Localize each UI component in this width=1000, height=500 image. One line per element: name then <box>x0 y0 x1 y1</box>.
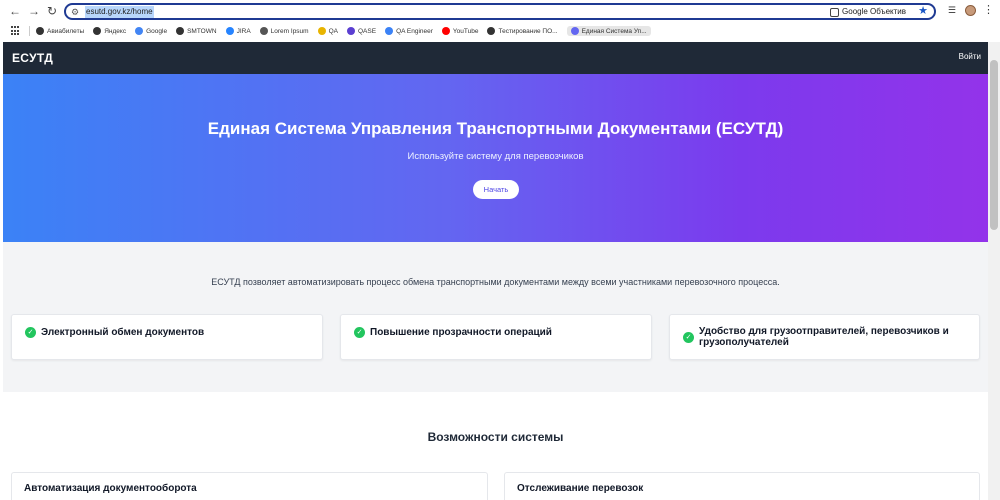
hero-section: Единая Система Управления Транспортными … <box>3 74 988 242</box>
bookmark-favicon-icon <box>487 27 496 35</box>
url-text[interactable]: esutd.gov.kz/home <box>85 6 154 18</box>
bookmark-label: SMTOWN <box>187 27 217 35</box>
bookmark-item[interactable]: Авиабилеты <box>36 27 84 35</box>
bookmark-label: Lorem Ipsum <box>270 27 309 35</box>
profile-avatar[interactable] <box>965 5 976 16</box>
bookmark-label: Единая Система Уп... <box>581 27 647 35</box>
bookmarks-bar: Авиабилеты Яндекс Google SMTOWN JIRA Lorem Ip… <box>0 22 1000 40</box>
check-circle-icon: ✓ <box>683 332 694 343</box>
check-circle-icon: ✓ <box>354 327 365 338</box>
benefit-card-text: Повышение прозрачности операций <box>370 327 552 338</box>
bookmark-item[interactable]: SMTOWN <box>176 27 217 35</box>
feature-card: Автоматизация документооборота <box>11 472 488 500</box>
bookmark-favicon-icon <box>93 27 102 35</box>
benefits-description: ЕСУТД позволяет автоматизировать процесс… <box>211 277 780 287</box>
bookmark-label: Авиабилеты <box>47 27 85 35</box>
scrollbar-thumb[interactable] <box>990 60 998 230</box>
bookmark-item[interactable]: JIRA <box>225 27 251 35</box>
page-scrollbar[interactable] <box>988 42 1000 500</box>
bookmark-label: QASE <box>358 27 377 35</box>
lens-label: Google Объектив <box>842 7 906 16</box>
bookmark-favicon-icon <box>347 27 355 35</box>
bookmark-favicon-icon <box>570 27 579 35</box>
bookmarks-separator <box>29 26 30 36</box>
address-bar[interactable]: ⚙ esutd.gov.kz/home Google Объектив ★ <box>64 3 936 20</box>
bookmark-item[interactable]: YouTube <box>441 27 479 35</box>
back-icon[interactable]: ← <box>8 4 22 18</box>
bookmark-item[interactable]: QA Engineer <box>385 27 433 35</box>
bookmark-label: YouTube <box>452 27 479 35</box>
feature-card-title: Автоматизация документооборота <box>24 483 197 494</box>
toolbar: ← → ↻ ⚙ esutd.gov.kz/home Google Объекти… <box>0 0 1000 22</box>
bookmark-favicon-icon <box>317 27 326 35</box>
bookmark-item[interactable]: Яндекс <box>93 27 126 35</box>
hero-title: Единая Система Управления Транспортными … <box>207 119 784 138</box>
menu-dots-icon[interactable]: ⋮ <box>983 4 994 16</box>
benefit-card: ✓ Повышение прозрачности операций <box>340 314 652 360</box>
bookmark-item[interactable]: Тестирование ПО... <box>487 27 558 35</box>
google-lens-button[interactable]: Google Объектив <box>830 6 906 18</box>
bookmark-item[interactable]: Lorem Ipsum <box>259 27 309 35</box>
start-button[interactable]: Начать <box>473 180 519 199</box>
bookmark-item[interactable]: QA <box>317 27 338 35</box>
benefits-section: ЕСУТД позволяет автоматизировать процесс… <box>3 242 988 392</box>
site-logo[interactable]: ЕСУТД <box>12 51 53 65</box>
benefit-card-text-line1: Удобство для грузоотправителей, перевозч… <box>699 326 949 337</box>
hero-subtitle: Используйте систему для перевозчиков <box>407 151 584 162</box>
benefit-card: ✓ Электронный обмен документов <box>11 314 323 360</box>
bookmark-item[interactable]: Google <box>135 27 167 35</box>
bookmark-label: QA Engineer <box>396 27 433 35</box>
feature-card: Отслеживание перевозок <box>504 472 980 500</box>
bookmark-favicon-icon <box>259 27 268 35</box>
bookmark-label: Тестирование ПО... <box>498 27 558 35</box>
apps-grid-icon[interactable] <box>11 26 21 36</box>
bookmark-favicon-icon <box>135 27 144 35</box>
bookmark-favicon-icon <box>441 27 450 35</box>
extensions-icon[interactable]: ☰ <box>948 5 956 16</box>
bookmark-favicon-icon <box>36 27 44 35</box>
site-info-icon[interactable]: ⚙ <box>71 6 79 18</box>
features-section: Возможности системы Автоматизация докуме… <box>3 392 988 500</box>
bookmark-label: Яндекс <box>104 27 127 35</box>
bookmark-favicon-icon <box>176 27 185 35</box>
bookmark-favicon-icon <box>385 27 394 35</box>
lens-icon <box>830 7 840 17</box>
feature-card-title: Отслеживание перевозок <box>517 483 644 494</box>
browser-chrome: ← → ↻ ⚙ esutd.gov.kz/home Google Объекти… <box>0 0 1000 42</box>
features-title: Возможности системы <box>427 430 564 444</box>
bookmark-favicon-icon <box>225 27 234 35</box>
bookmark-label: Google <box>146 27 168 35</box>
benefit-card-text: Электронный обмен документов <box>41 327 205 338</box>
forward-icon[interactable]: → <box>27 4 41 18</box>
bookmark-item[interactable]: QASE <box>347 27 376 35</box>
bookmark-star-icon[interactable]: ★ <box>918 5 928 18</box>
reload-icon[interactable]: ↻ <box>45 4 59 18</box>
login-link[interactable]: Войти <box>959 52 981 61</box>
app-navbar: ЕСУТД Войти <box>3 42 988 74</box>
check-circle-icon: ✓ <box>25 327 36 338</box>
benefit-card: ✓ Удобство для грузоотправителей, перево… <box>669 314 980 360</box>
bookmark-label: QA <box>328 27 338 35</box>
benefit-card-text-line2: грузополучателей <box>699 337 789 348</box>
bookmark-label: JIRA <box>236 27 251 35</box>
bookmark-item[interactable]: Единая Система Уп... <box>566 26 651 36</box>
